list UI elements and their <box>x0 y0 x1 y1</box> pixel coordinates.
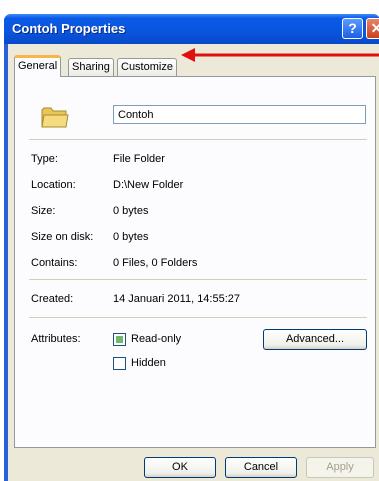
contains-value: 0 Files, 0 Folders <box>113 257 198 269</box>
size-label: Size: <box>31 205 56 217</box>
title-bar[interactable]: Contoh Properties ? ✕ <box>4 14 379 44</box>
apply-button[interactable]: Apply <box>306 457 374 478</box>
dialog-body: General Sharing Customize Type: File Fol… <box>8 44 379 481</box>
close-icon: ✕ <box>370 20 379 36</box>
help-icon: ? <box>348 20 357 36</box>
location-value: D:\New Folder <box>113 179 184 191</box>
separator <box>29 317 367 318</box>
properties-window: Contoh Properties ? ✕ General Sharing Cu… <box>4 14 379 481</box>
contains-label: Contains: <box>31 257 78 269</box>
created-label: Created: <box>31 293 74 305</box>
window-title: Contoh Properties <box>12 21 126 36</box>
ok-button[interactable]: OK <box>144 457 216 478</box>
type-label: Type: <box>31 153 58 165</box>
tab-customize[interactable]: Customize <box>117 58 177 76</box>
readonly-checkbox[interactable] <box>113 333 126 346</box>
hidden-checkbox[interactable] <box>113 357 126 370</box>
size-value: 0 bytes <box>113 205 149 217</box>
advanced-button[interactable]: Advanced... <box>263 329 367 350</box>
folder-name-input[interactable] <box>113 105 366 124</box>
close-button[interactable]: ✕ <box>366 18 379 39</box>
size-on-disk-label: Size on disk: <box>31 231 94 243</box>
readonly-label[interactable]: Read-only <box>131 333 181 345</box>
tab-sharing[interactable]: Sharing <box>68 58 114 76</box>
help-button[interactable]: ? <box>342 18 363 39</box>
attributes-label: Attributes: <box>31 333 81 345</box>
cancel-button[interactable]: Cancel <box>225 457 297 478</box>
separator <box>29 279 367 280</box>
type-value: File Folder <box>113 153 165 165</box>
tab-general[interactable]: General <box>14 55 62 77</box>
separator <box>29 139 367 140</box>
general-panel: Type: File Folder Location: D:\New Folde… <box>14 76 376 448</box>
red-arrow-annotation <box>181 48 379 62</box>
folder-icon <box>41 107 69 128</box>
size-on-disk-value: 0 bytes <box>113 231 149 243</box>
location-label: Location: <box>31 179 76 191</box>
created-value: 14 Januari 2011, 14:55:27 <box>113 293 241 305</box>
hidden-label[interactable]: Hidden <box>131 357 166 369</box>
